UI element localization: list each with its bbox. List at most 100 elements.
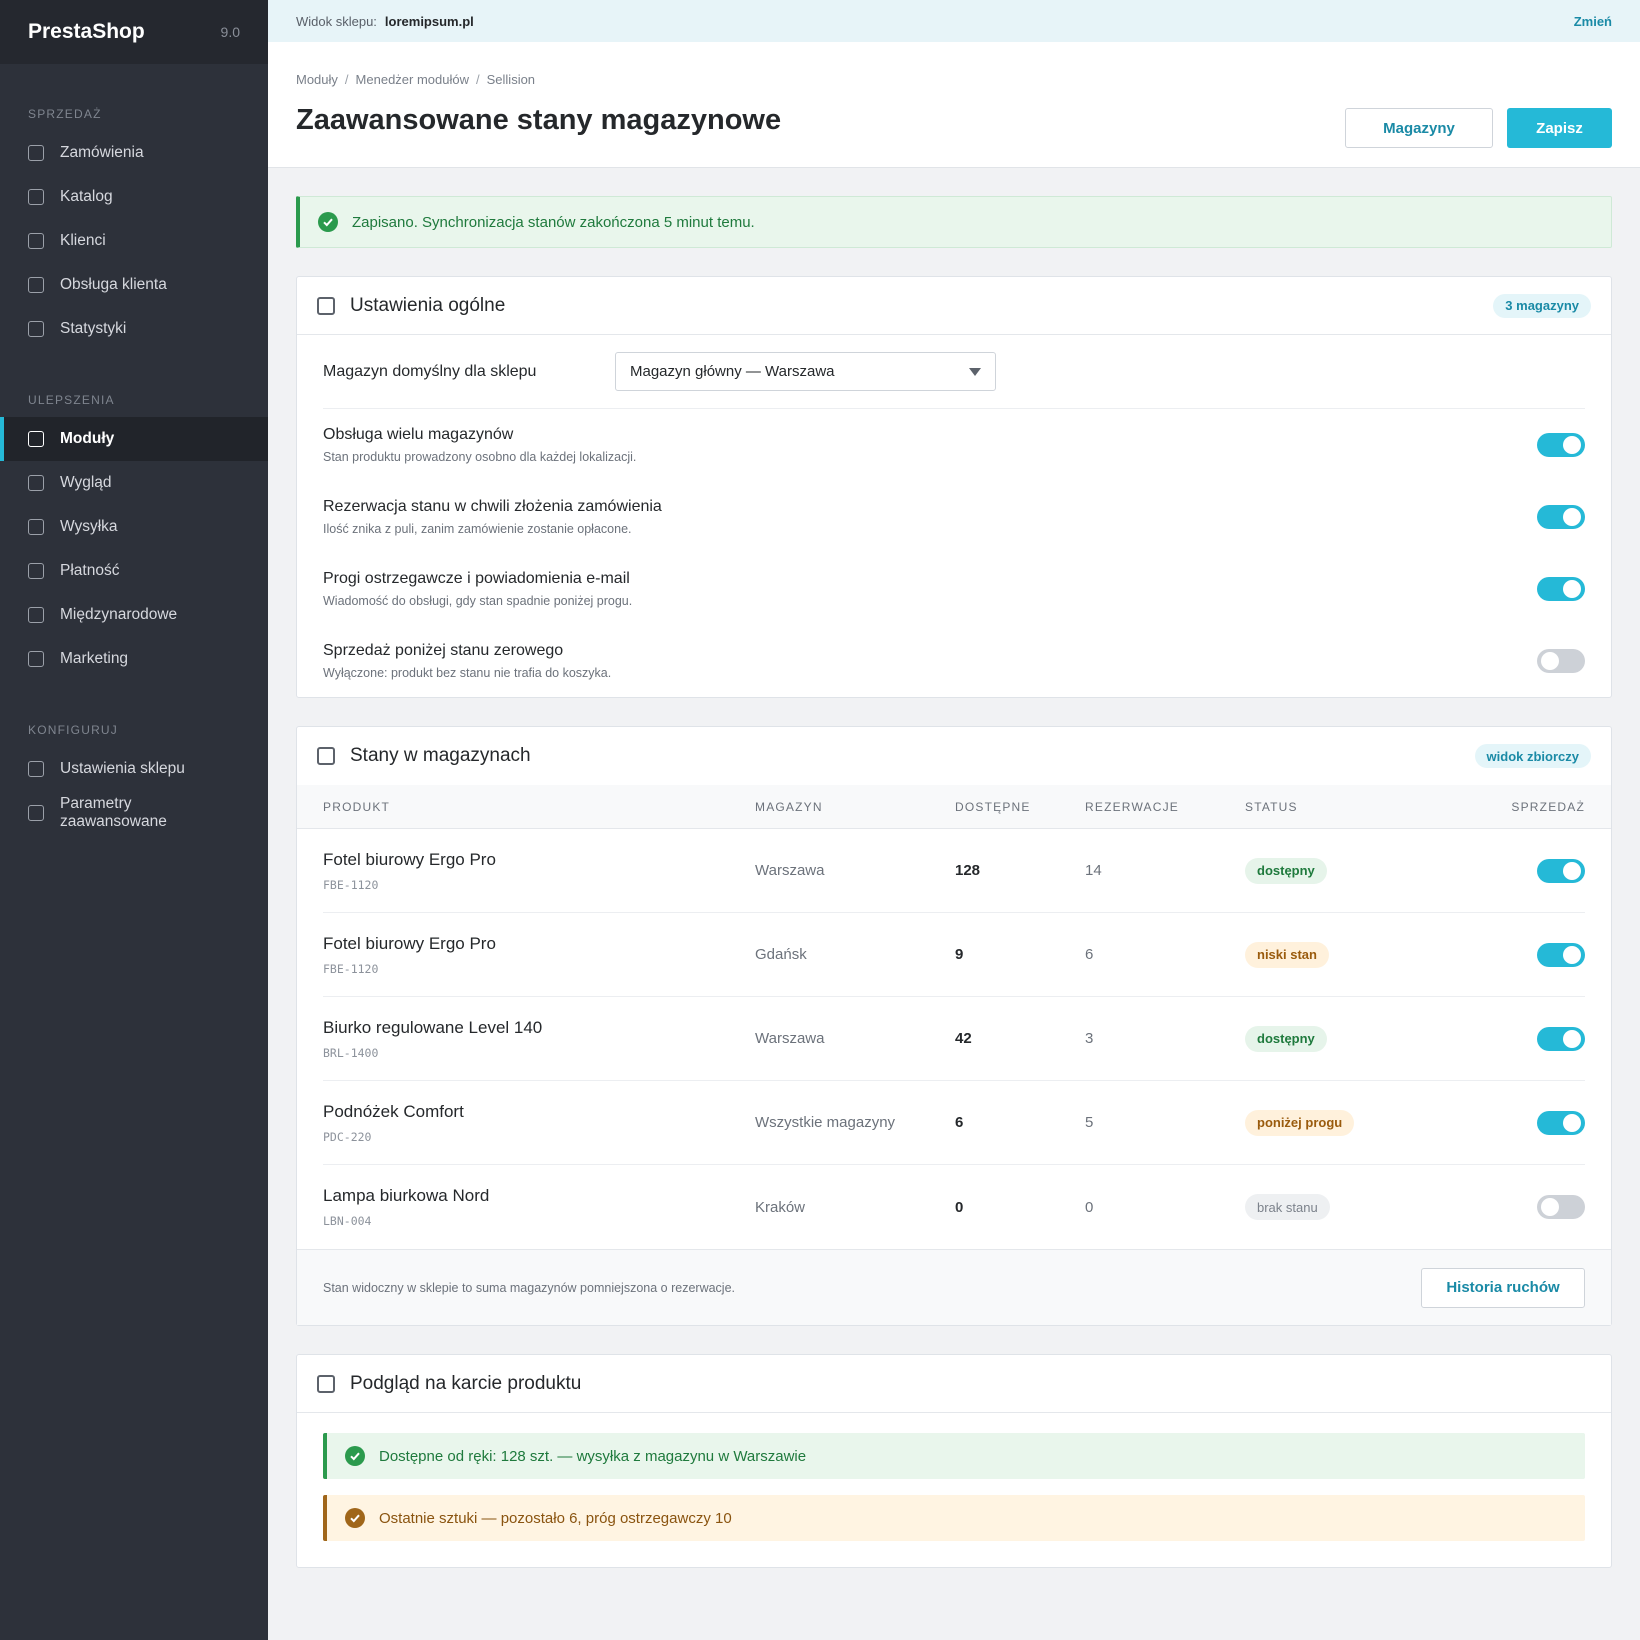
product-name[interactable]: Lampa biurkowa Nord <box>323 1186 755 1206</box>
setting-row: Sprzedaż poniżej stanu zerowego Wyłączone… <box>323 625 1585 697</box>
available-cell: 128 <box>955 862 981 879</box>
table-row: Fotel biurowy Ergo Pro FBE-1120 Warszawa 12… <box>323 829 1585 913</box>
sidebar-item-label: Wysyłka <box>60 518 118 535</box>
available-cell: 42 <box>955 1030 972 1047</box>
sidebar-item-label: Statystyki <box>60 320 127 337</box>
setting-description: Wiadomość do obsługi, gdy stan spadnie p… <box>323 594 633 608</box>
sidebar-item-shipping[interactable]: Wysyłka <box>0 505 268 549</box>
column-header[interactable]: MAGAZYN <box>755 800 955 814</box>
product-name[interactable]: Podnóżek Comfort <box>323 1102 755 1122</box>
brand-bar: PrestaShop 9.0 <box>0 0 268 64</box>
status-cell: brak stanu <box>1245 1194 1495 1220</box>
breadcrumb-item[interactable]: Sellision <box>487 72 535 87</box>
table-header: PRODUKT MAGAZYN DOSTĘPNE REZERWACJE STAT… <box>297 785 1611 829</box>
shop-view-label: Widok sklepu: <box>296 13 377 29</box>
general-settings-card: Ustawienia ogólne 3 magazyny Magazyn dom… <box>296 276 1612 698</box>
sale-toggle[interactable] <box>1537 1026 1585 1051</box>
sidebar-item-design[interactable]: Wygląd <box>0 461 268 505</box>
setting-description: Stan produktu prowadzony osobno dla każd… <box>323 450 637 464</box>
table-row: Lampa biurkowa Nord LBN-004 Kraków 0 0 brak s… <box>323 1165 1585 1249</box>
breadcrumb-item[interactable]: Menedżer modułów <box>356 72 469 87</box>
sidebar-item-advanced-params[interactable]: Parametry zaawansowane <box>0 791 268 835</box>
warehouse-cell: Warszawa <box>755 862 825 879</box>
column-header[interactable]: DOSTĘPNE <box>955 800 1085 814</box>
column-header[interactable]: REZERWACJE <box>1085 800 1245 814</box>
sidebar-item-marketing[interactable]: Marketing <box>0 637 268 681</box>
product-cell: Fotel biurowy Ergo Pro FBE-1120 <box>323 850 755 892</box>
checkbox-icon <box>28 475 44 491</box>
change-shop-link[interactable]: Zmień <box>1574 14 1612 29</box>
sidebar-item-label: Płatność <box>60 562 120 579</box>
sale-cell <box>1495 1110 1585 1135</box>
checkbox-icon <box>28 651 44 667</box>
setting-row: Obsługa wielu magazynów Stan produktu pro… <box>323 409 1585 481</box>
sidebar-item-modules[interactable]: Moduły <box>0 417 268 461</box>
default-warehouse-select[interactable]: Magazyn główny — Warszawa <box>615 352 996 391</box>
product-cell: Fotel biurowy Ergo Pro FBE-1120 <box>323 934 755 976</box>
product-sku: FBE-1120 <box>323 877 379 892</box>
toggle-knob <box>1563 436 1581 454</box>
reserved-cell: 3 <box>1085 1030 1094 1047</box>
sale-toggle[interactable] <box>1537 1195 1585 1219</box>
reserved-cell: 0 <box>1085 1198 1094 1216</box>
sidebar-item-label: Marketing <box>60 650 129 667</box>
sale-toggle[interactable] <box>1537 858 1585 883</box>
sidebar-item-orders[interactable]: Zamówienia <box>0 131 268 175</box>
toggle-knob <box>1563 580 1581 598</box>
checkbox-icon <box>28 805 44 821</box>
product-name[interactable]: Fotel biurowy Ergo Pro <box>323 850 755 870</box>
setting-toggle[interactable] <box>1537 433 1585 457</box>
sale-toggle[interactable] <box>1537 1110 1585 1135</box>
warehouses-button[interactable]: Magazyny <box>1345 108 1493 148</box>
sidebar-item-customers[interactable]: Klienci <box>0 219 268 263</box>
toggle-knob <box>1563 1113 1581 1132</box>
sidebar-item-label: Międzynarodowe <box>60 606 178 623</box>
sidebar-item-shop-settings[interactable]: Ustawienia sklepu <box>0 747 268 791</box>
sidebar-item-customer-service[interactable]: Obsługa klienta <box>0 263 268 307</box>
setting-row: Rezerwacja stanu w chwili złożenia zamów… <box>323 481 1585 553</box>
setting-toggle[interactable] <box>1537 505 1585 529</box>
version-label: 9.0 <box>220 24 240 40</box>
status-cell: dostępny <box>1245 857 1495 884</box>
column-header[interactable]: PRODUKT <box>323 800 755 814</box>
reserved-cell: 6 <box>1085 946 1094 963</box>
success-alert: Zapisano. Synchronizacja stanów zakończo… <box>296 196 1612 248</box>
setting-text: Rezerwacja stanu w chwili złożenia zamów… <box>323 498 662 536</box>
column-header[interactable]: STATUS <box>1245 800 1495 814</box>
product-name[interactable]: Fotel biurowy Ergo Pro <box>323 934 755 954</box>
checkbox-icon <box>28 189 44 205</box>
sidebar-item-catalog[interactable]: Katalog <box>0 175 268 219</box>
brand-logo[interactable]: PrestaShop <box>28 20 145 44</box>
setting-toggle[interactable] <box>1537 577 1585 601</box>
reserved-cell: 14 <box>1085 862 1102 879</box>
sidebar-item-payment[interactable]: Płatność <box>0 549 268 593</box>
card-title-text: Podgląd na karcie produktu <box>350 1372 582 1394</box>
select-value: Magazyn główny — Warszawa <box>630 363 835 380</box>
view-mode-badge[interactable]: widok zbiorczy <box>1474 744 1591 768</box>
product-cell: Podnóżek Comfort PDC-220 <box>323 1102 755 1144</box>
status-badge: brak stanu <box>1245 1194 1330 1220</box>
sidebar-item-stats[interactable]: Statystyki <box>0 307 268 351</box>
setting-toggle[interactable] <box>1537 649 1585 673</box>
history-button[interactable]: Historia ruchów <box>1421 1267 1585 1308</box>
column-header[interactable]: SPRZEDAŻ <box>1495 800 1585 814</box>
checkbox-icon <box>28 321 44 337</box>
save-button[interactable]: Zapisz <box>1507 108 1612 148</box>
sidebar-item-label: Klienci <box>60 232 106 249</box>
checkbox-icon <box>28 431 44 447</box>
product-sku: FBE-1120 <box>323 961 379 976</box>
card-title-text: Stany w magazynach <box>350 745 531 766</box>
checkbox-icon <box>28 607 44 623</box>
product-name[interactable]: Biurko regulowane Level 140 <box>323 1018 755 1038</box>
sale-toggle[interactable] <box>1537 942 1585 967</box>
shop-name[interactable]: loremipsum.pl <box>385 14 474 29</box>
card-header: Podgląd na karcie produktu <box>297 1355 1611 1413</box>
toggle-knob <box>1563 508 1581 526</box>
breadcrumb-item[interactable]: Moduły <box>296 72 338 87</box>
availability-text: Dostępne od ręki: 128 szt. — wysyłka z m… <box>379 1447 807 1465</box>
sidebar-item-international[interactable]: Międzynarodowe <box>0 593 268 637</box>
product-cell: Lampa biurkowa Nord LBN-004 <box>323 1186 755 1228</box>
footer-note: Stan widoczny w sklepie to suma magazynó… <box>323 1280 735 1295</box>
card-title: Stany w magazynach <box>317 745 531 767</box>
setting-title: Rezerwacja stanu w chwili złożenia zamów… <box>323 498 662 515</box>
